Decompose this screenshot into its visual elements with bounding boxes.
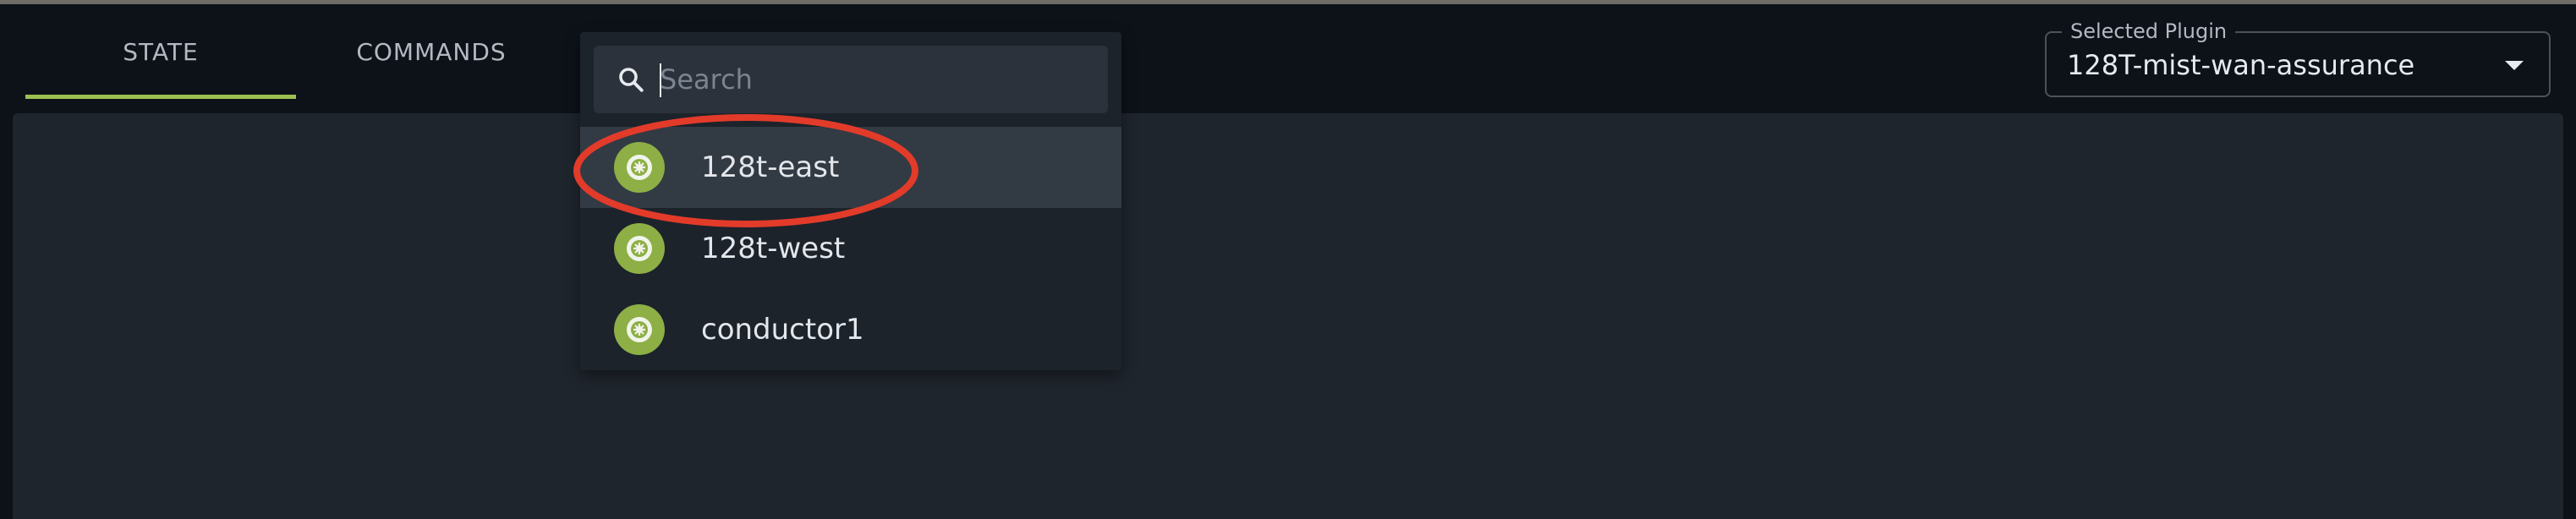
router-option-conductor1[interactable]: conductor1 [580,289,1121,370]
tab-commands[interactable]: COMMANDS [296,4,567,99]
page: STATE COMMANDS Selected Plugin 128T-mist… [0,0,2576,519]
tab-commands-label: COMMANDS [356,37,507,66]
state-content-panel [13,113,2563,519]
router-option-128t-west[interactable]: 128t-west [580,208,1121,289]
router-icon [614,223,665,274]
search-input[interactable] [660,57,1082,101]
router-dropdown-menu: 128t-east 128t-west conductor1 [580,32,1121,370]
router-icon [614,304,665,355]
router-option-label: 128t-east [701,150,840,184]
active-tab-indicator [25,95,296,99]
search-icon [619,68,644,92]
search-box[interactable] [594,46,1108,113]
text-cursor [660,63,661,97]
selected-plugin-value: 128T-mist-wan-assurance [2067,49,2415,81]
router-option-label: 128t-west [701,232,846,265]
dropdown-arrow-icon[interactable] [2505,61,2524,70]
router-icon [614,142,665,193]
router-option-label: conductor1 [701,313,864,347]
selected-plugin-label: Selected Plugin [2062,19,2236,44]
selected-plugin-select[interactable]: Selected Plugin 128T-mist-wan-assurance [2045,19,2551,97]
tab-state[interactable]: STATE [25,4,296,99]
tab-state-label: STATE [123,37,199,66]
router-option-128t-east[interactable]: 128t-east [580,127,1121,208]
